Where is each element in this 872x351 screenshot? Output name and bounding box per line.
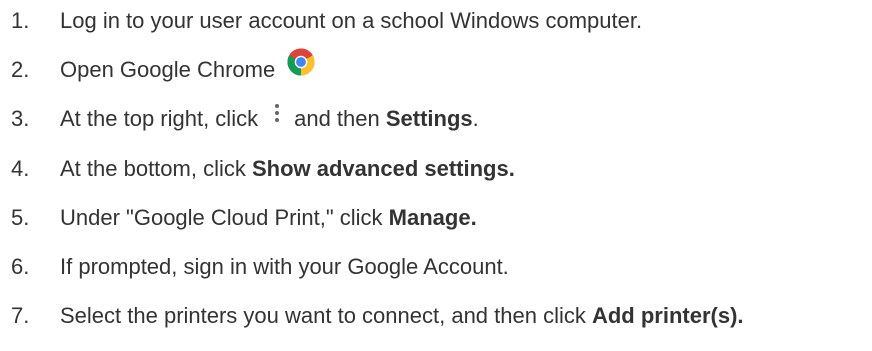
step-number: 1. [11, 8, 30, 33]
step-3-text-pre: At the top right, click [60, 106, 259, 131]
step-number: 3. [11, 106, 30, 131]
step-number: 5. [11, 205, 30, 230]
step-4-text-pre: At the bottom, click [60, 156, 246, 181]
step-number: 4. [11, 156, 30, 181]
step-text: At the bottom, click Show advanced setti… [42, 156, 515, 182]
step-text: If prompted, sign in with your Google Ac… [42, 254, 509, 280]
step-1-text: Log in to your user account on a school … [60, 8, 643, 33]
step-7-bold-add-printers: Add printer(s). [591, 303, 744, 328]
step-3-text-mid: and then [294, 106, 380, 131]
step-6: 6. If prompted, sign in with your Google… [0, 249, 872, 285]
step-3-bold-settings: Settings [385, 106, 473, 131]
three-dot-menu-icon [272, 103, 282, 125]
step-2-text: Open Google Chrome [60, 57, 276, 82]
step-text: Under "Google Cloud Print," click Manage… [42, 205, 477, 231]
step-number: 6. [11, 254, 30, 279]
step-3: 3. At the top right, click and then Sett… [0, 101, 872, 137]
step-1: 1. Log in to your user account on a scho… [0, 3, 872, 39]
step-5-text-pre: Under "Google Cloud Print," click [60, 205, 383, 230]
step-4-bold-show-advanced: Show advanced settings. [251, 156, 515, 181]
step-text: Select the printers you want to connect,… [42, 303, 744, 329]
step-2: 2. Open Google Chrome [0, 48, 872, 88]
step-6-text: If prompted, sign in with your Google Ac… [60, 254, 509, 279]
step-5: 5. Under "Google Cloud Print," click Man… [0, 200, 872, 236]
step-7-text-pre: Select the printers you want to connect,… [60, 303, 586, 328]
step-7: 7. Select the printers you want to conne… [0, 298, 872, 334]
step-text: Log in to your user account on a school … [42, 8, 642, 34]
step-5-bold-manage: Manage. [388, 205, 477, 230]
step-number: 2. [11, 57, 30, 82]
step-text: At the top right, click and then Setting… [42, 103, 479, 132]
step-text: Open Google Chrome [42, 48, 315, 84]
step-number: 7. [11, 303, 30, 328]
step-4: 4. At the bottom, click Show advanced se… [0, 151, 872, 187]
step-3-text-post: . [472, 106, 479, 131]
chrome-logo-icon [287, 48, 315, 76]
